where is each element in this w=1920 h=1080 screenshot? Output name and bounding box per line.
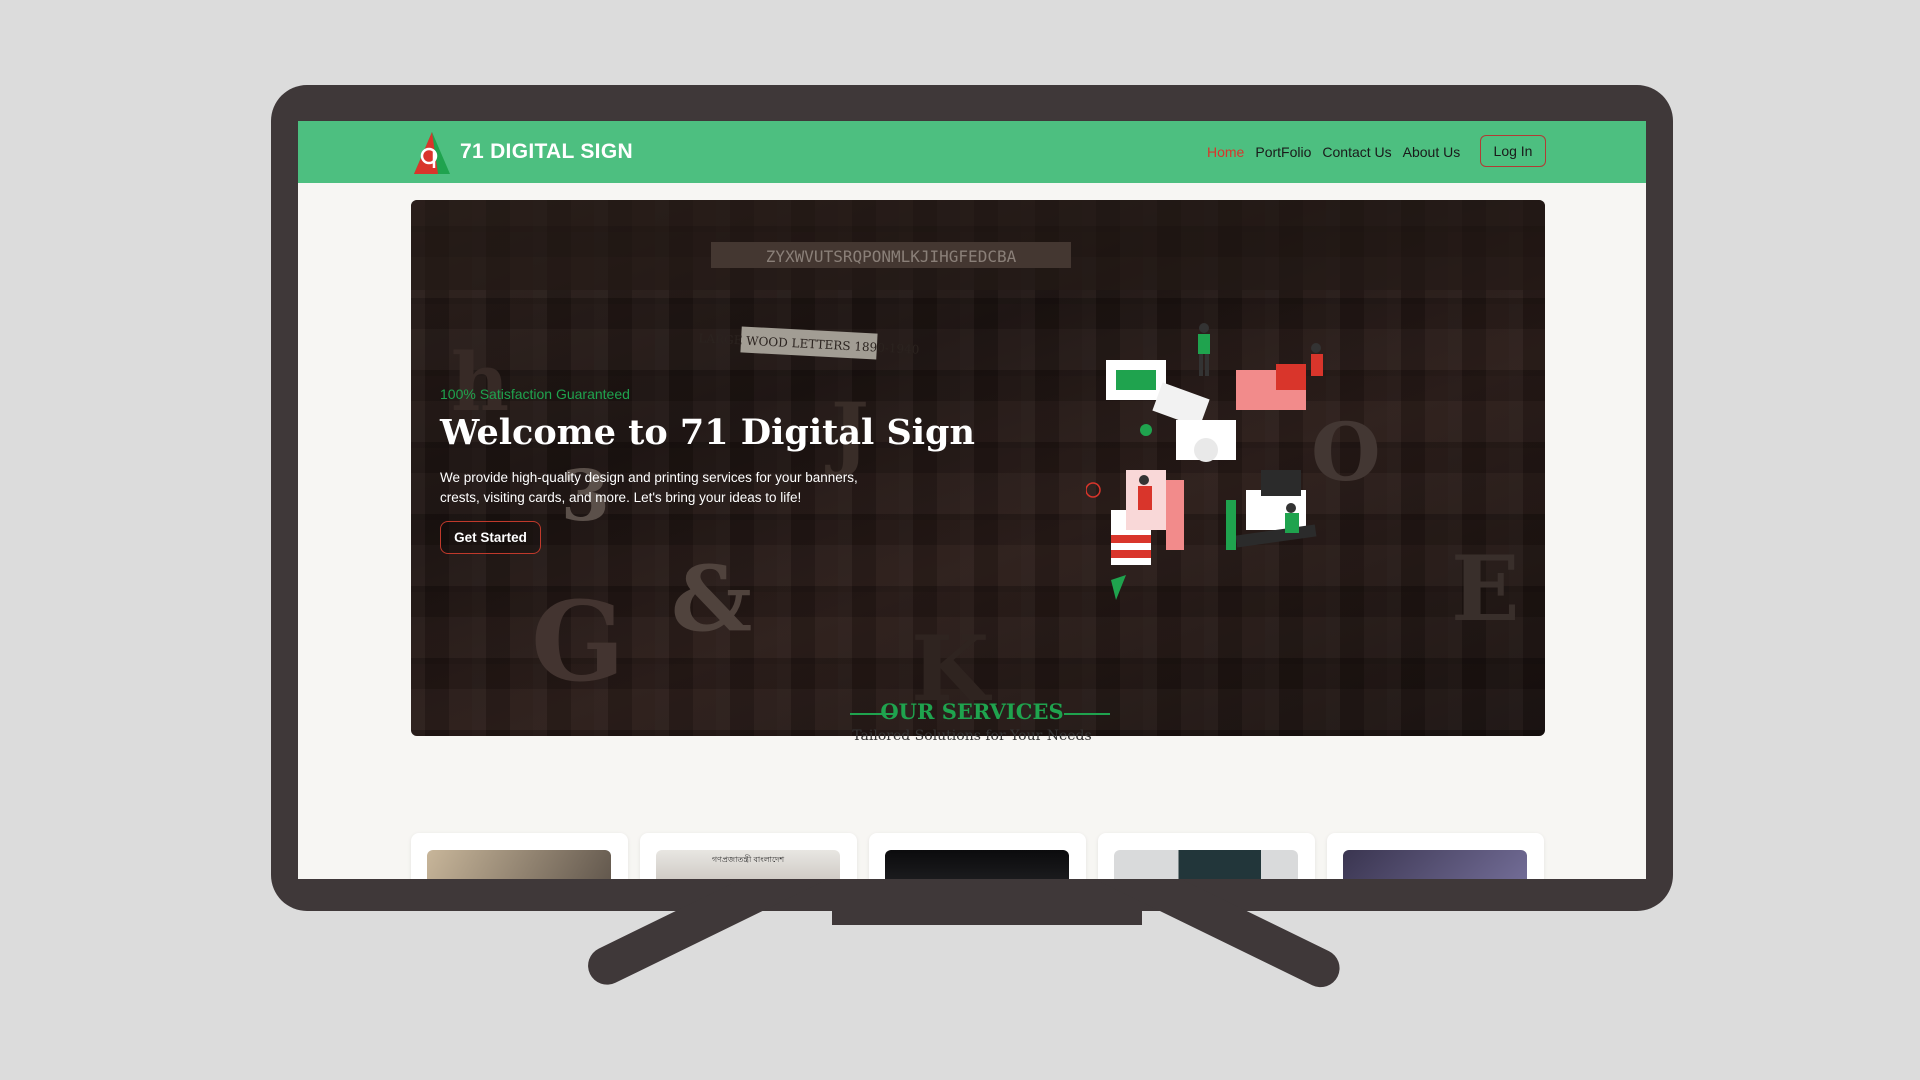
hero-description: We provide high-quality design and print… [440,470,858,505]
service-card-3[interactable] [869,833,1086,879]
brand-name[interactable]: 71 DIGITAL SIGN [460,140,633,164]
nav-link-home[interactable]: Home [1207,144,1244,160]
service-card-image: গণপ্রজাতন্ত্রী বাংলাদেশ [656,850,840,879]
hero-tagline: 100% Satisfaction Guaranteed [440,386,630,402]
nav-links: Home PortFolio Contact Us About Us [1207,144,1460,160]
monitor-stand-base [832,905,1142,925]
nav-link-portfolio[interactable]: PortFolio [1255,144,1311,160]
nav-link-about[interactable]: About Us [1403,144,1461,160]
hero-banner: ZYXWVUTSRQPONMLKJIHGFEDCBA LARGE WOOD LE… [411,200,1545,736]
service-card-caption: গণপ্রজাতন্ত্রী বাংলাদেশ [711,855,785,864]
service-card-image [885,850,1069,879]
service-card-1[interactable] [411,833,628,879]
service-card-2[interactable]: গণপ্রজাতন্ত্রী বাংলাদেশ [640,833,857,879]
login-button[interactable]: Log In [1480,135,1546,167]
nav-link-contact[interactable]: Contact Us [1322,144,1391,160]
service-card-image [1114,850,1298,879]
services-title: OUR SERVICES [880,699,1064,724]
service-card-5[interactable] [1327,833,1544,879]
services-title-divider-right [1064,713,1110,715]
logo-icon [414,132,450,174]
service-card-image [1343,850,1527,879]
service-card-image [427,850,611,879]
hero-title: Welcome to 71 Digital Sign [440,412,975,453]
services-subtitle: Tailored Solutions for Your Needs [852,728,1092,744]
navbar: 71 DIGITAL SIGN Home PortFolio Contact U… [298,121,1646,183]
printing-office-illustration [1086,323,1323,600]
service-card-4[interactable] [1098,833,1315,879]
get-started-button[interactable]: Get Started [440,521,541,554]
website-screen: 71 DIGITAL SIGN Home PortFolio Contact U… [298,121,1646,879]
